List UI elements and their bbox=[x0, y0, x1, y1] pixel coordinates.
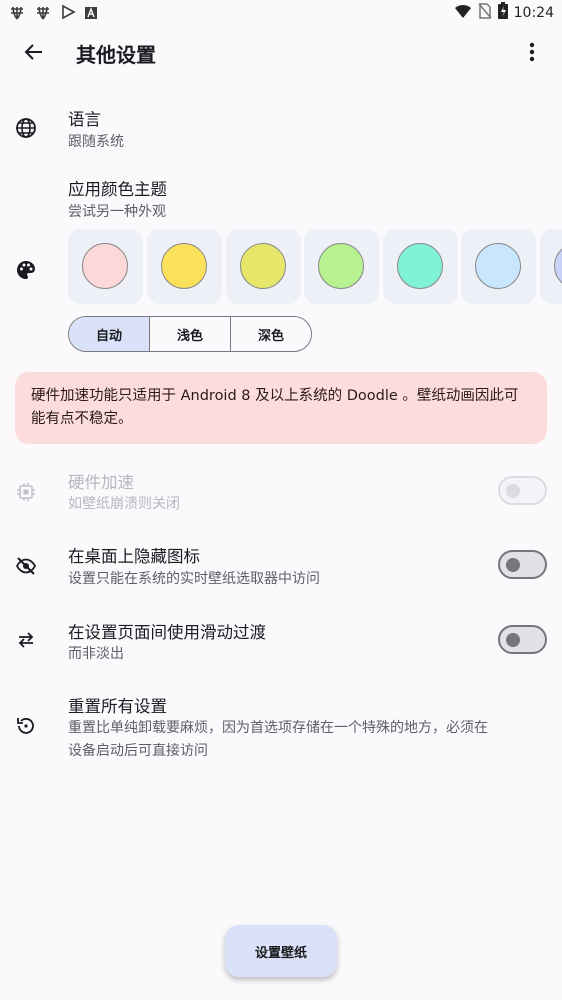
theme-mode-auto[interactable]: 自动 bbox=[69, 317, 150, 351]
swatch-dot bbox=[475, 243, 521, 289]
setting-slide-transition[interactable]: 在设置页面间使用滑动过渡 而非淡出 bbox=[0, 612, 562, 670]
wifi-icon bbox=[454, 3, 472, 23]
swatch-dot bbox=[161, 243, 207, 289]
restore-icon bbox=[14, 714, 38, 738]
back-button[interactable] bbox=[18, 36, 50, 68]
hardware-accel-switch bbox=[498, 476, 547, 505]
theme-mode-segmented-button: 自动 浅色 深色 bbox=[68, 316, 312, 352]
slide-transition-switch[interactable] bbox=[498, 625, 547, 654]
color-swatch[interactable] bbox=[226, 229, 301, 304]
visibility-off-icon bbox=[14, 554, 38, 578]
setting-language[interactable]: 语言 跟随系统 bbox=[0, 96, 562, 158]
setting-title: 在设置页面间使用滑动过渡 bbox=[68, 623, 266, 642]
color-swatch[interactable] bbox=[68, 229, 143, 304]
font-icon bbox=[84, 5, 98, 24]
play-store-icon bbox=[60, 4, 76, 24]
color-swatch[interactable] bbox=[540, 229, 562, 304]
more-vert-icon bbox=[529, 42, 535, 62]
swatch-dot bbox=[82, 243, 128, 289]
swap-horiz-icon bbox=[14, 628, 38, 652]
setting-title: 硬件加速 bbox=[68, 473, 134, 492]
setting-subtitle: 而非淡出 bbox=[68, 646, 124, 662]
palette-icon bbox=[14, 258, 38, 282]
setting-subtitle: 跟随系统 bbox=[68, 134, 124, 150]
swatch-dot bbox=[240, 243, 286, 289]
page-title: 其他设置 bbox=[76, 43, 156, 67]
setting-title: 在桌面上隐藏图标 bbox=[68, 547, 200, 566]
set-wallpaper-button[interactable]: 设置壁纸 bbox=[225, 925, 337, 977]
setting-subtitle: 设置只能在系统的实时壁纸选取器中访问 bbox=[68, 571, 320, 587]
theme-mode-light[interactable]: 浅色 bbox=[150, 317, 231, 351]
setting-title: 语言 bbox=[68, 110, 101, 129]
swatch-dot bbox=[554, 243, 562, 289]
setting-hardware-accel: 硬件加速 如壁纸崩溃则关闭 bbox=[0, 460, 562, 520]
status-time: 10:24 bbox=[513, 4, 554, 21]
switch-knob bbox=[506, 484, 520, 498]
setting-theme: 应用颜色主题 尝试另一种外观 bbox=[0, 166, 562, 224]
status-right-icons: 10:24 bbox=[454, 2, 554, 23]
setting-subtitle: 尝试另一种外观 bbox=[68, 204, 166, 220]
battery-charging-icon bbox=[497, 2, 508, 23]
swatch-dot bbox=[397, 243, 443, 289]
theme-mode-dark[interactable]: 深色 bbox=[231, 317, 311, 351]
status-left-icons bbox=[8, 3, 98, 25]
hardware-accel-warning: 硬件加速功能只适用于 Android 8 及以上系统的 Doodle 。壁纸动画… bbox=[15, 372, 547, 444]
color-swatch[interactable] bbox=[383, 229, 458, 304]
color-swatch[interactable] bbox=[304, 229, 379, 304]
setting-hide-launcher-icon[interactable]: 在桌面上隐藏图标 设置只能在系统的实时壁纸选取器中访问 bbox=[0, 536, 562, 596]
switch-knob bbox=[506, 633, 520, 647]
setting-title: 应用颜色主题 bbox=[68, 180, 167, 199]
status-bar: 10:24 bbox=[0, 0, 562, 24]
bug-icon bbox=[34, 3, 52, 25]
setting-title: 重置所有设置 bbox=[68, 697, 167, 716]
chip-icon bbox=[14, 480, 38, 504]
no-sim-icon bbox=[478, 2, 492, 23]
color-swatch-list bbox=[68, 229, 562, 304]
switch-knob bbox=[506, 558, 520, 572]
setting-subtitle: 如壁纸崩溃则关闭 bbox=[68, 496, 180, 512]
globe-icon bbox=[14, 116, 38, 140]
app-bar: 其他设置 bbox=[0, 24, 562, 80]
color-swatch[interactable] bbox=[461, 229, 536, 304]
hide-icon-switch[interactable] bbox=[498, 550, 547, 579]
arrow-back-icon bbox=[24, 44, 42, 60]
more-options-button[interactable] bbox=[516, 36, 548, 68]
setting-subtitle-line-1: 重置比单纯卸载要麻烦，因为首选项存储在一个特殊的地方，必须在 bbox=[68, 720, 488, 736]
setting-reset-all[interactable]: 重置所有设置 重置比单纯卸载要麻烦，因为首选项存储在一个特殊的地方，必须在 设备… bbox=[0, 686, 562, 766]
swatch-dot bbox=[318, 243, 364, 289]
setting-subtitle-line-2: 设备启动后可直接访问 bbox=[68, 743, 208, 759]
color-swatch[interactable] bbox=[147, 229, 222, 304]
bug-icon bbox=[8, 3, 26, 25]
